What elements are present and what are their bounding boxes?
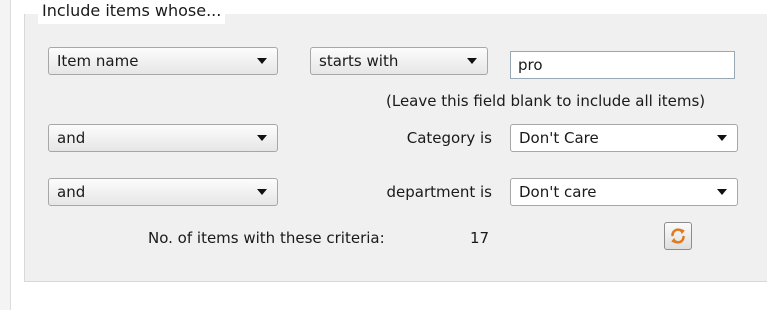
conjunction-value: and <box>57 129 86 147</box>
search-value-input[interactable]: pro <box>510 51 735 79</box>
group-legend: Include items whose... <box>38 0 226 24</box>
items-count-label: No. of items with these criteria: <box>148 229 385 247</box>
operator-select[interactable]: starts with <box>310 47 488 75</box>
chevron-down-icon <box>717 189 727 195</box>
search-value-text: pro <box>518 56 543 74</box>
category-select[interactable]: Don't Care <box>510 124 738 152</box>
conjunction-value: and <box>57 183 86 201</box>
window-edge <box>0 0 11 310</box>
category-select-value: Don't Care <box>519 129 599 147</box>
operator-select-value: starts with <box>319 52 399 70</box>
department-label: department is <box>386 183 493 201</box>
chevron-down-icon <box>257 58 267 64</box>
refresh-icon <box>671 228 685 244</box>
blank-field-hint: (Leave this field blank to include all i… <box>386 92 706 110</box>
filter-dialog: Include items whose... Item name starts … <box>0 0 767 310</box>
field-select-value: Item name <box>57 52 139 70</box>
refresh-button[interactable] <box>664 222 692 250</box>
conjunction-select-category[interactable]: and <box>48 124 278 152</box>
chevron-down-icon <box>257 135 267 141</box>
category-label: Category is <box>406 129 492 147</box>
items-count-value: 17 <box>470 229 490 247</box>
chevron-down-icon <box>717 135 727 141</box>
department-select[interactable]: Don't care <box>510 178 738 206</box>
field-select[interactable]: Item name <box>48 47 278 75</box>
department-select-value: Don't care <box>519 183 597 201</box>
conjunction-select-department[interactable]: and <box>48 178 278 206</box>
chevron-down-icon <box>467 58 477 64</box>
chevron-down-icon <box>257 189 267 195</box>
